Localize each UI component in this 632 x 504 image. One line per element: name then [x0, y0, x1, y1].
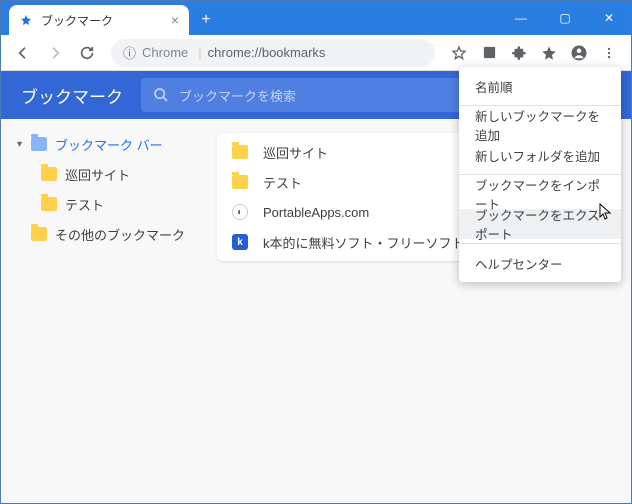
close-window-button[interactable]: ✕ [587, 1, 631, 35]
k-favicon: k [231, 233, 249, 251]
close-tab-icon[interactable]: × [171, 12, 179, 28]
organize-menu: 名前順 新しいブックマークを追加 新しいフォルダを追加 ブックマークをインポート… [459, 67, 621, 282]
extensions-icon[interactable] [505, 39, 533, 67]
address-separator: | [198, 45, 201, 60]
menu-separator [459, 243, 621, 244]
star-icon [19, 13, 33, 27]
extension-icon-2[interactable] [535, 39, 563, 67]
folder-icon [41, 197, 57, 211]
extension-icon-1[interactable] [475, 39, 503, 67]
sidebar-label: テスト [65, 195, 104, 214]
forward-button[interactable] [41, 39, 69, 67]
list-item-label: k本的に無料ソフト・フリーソフト [263, 233, 465, 252]
search-placeholder: ブックマークを検索 [179, 86, 296, 105]
sidebar-item-child-1[interactable]: テスト [1, 189, 201, 219]
search-icon [153, 87, 169, 103]
sidebar-label: その他のブックマーク [55, 225, 185, 244]
folder-icon [231, 173, 249, 191]
kebab-menu-icon[interactable] [595, 39, 623, 67]
page-title: ブックマーク [21, 83, 123, 108]
menu-export-bookmarks[interactable]: ブックマークをエクスポート [459, 209, 621, 239]
menu-add-folder[interactable]: 新しいフォルダを追加 [459, 140, 621, 170]
menu-sort-by-name[interactable]: 名前順 [459, 71, 621, 101]
address-host: Chrome [142, 45, 188, 60]
bookmark-star-icon[interactable] [445, 39, 473, 67]
caret-down-icon[interactable]: ▾ [17, 139, 27, 150]
profile-icon[interactable] [565, 39, 593, 67]
window-controls: — ▢ ✕ [499, 1, 631, 35]
list-item-label: PortableApps.com [263, 205, 369, 220]
sidebar: ▾ ブックマーク バー 巡回サイト テスト その他のブックマーク [1, 119, 201, 503]
browser-tab[interactable]: ブックマーク × [9, 5, 189, 35]
minimize-button[interactable]: — [499, 1, 543, 35]
new-tab-button[interactable]: + [193, 7, 219, 33]
folder-icon [31, 137, 47, 151]
list-item-label: 巡回サイト [263, 143, 328, 162]
menu-add-bookmark[interactable]: 新しいブックマークを追加 [459, 110, 621, 140]
sidebar-item-child-0[interactable]: 巡回サイト [1, 159, 201, 189]
sidebar-item-bookmarks-bar[interactable]: ▾ ブックマーク バー [1, 129, 201, 159]
menu-help-center[interactable]: ヘルプセンター [459, 248, 621, 278]
sidebar-label: 巡回サイト [65, 165, 130, 184]
folder-icon [231, 143, 249, 161]
back-button[interactable] [9, 39, 37, 67]
sidebar-item-other-bookmarks[interactable]: その他のブックマーク [1, 219, 201, 249]
list-item-label: テスト [263, 173, 302, 192]
maximize-button[interactable]: ▢ [543, 1, 587, 35]
address-path: chrome://bookmarks [208, 45, 326, 60]
tab-title: ブックマーク [41, 12, 113, 29]
window-titlebar: ブックマーク × + — ▢ ✕ [1, 1, 631, 35]
folder-icon [31, 227, 47, 241]
browser-toolbar: ⓘ Chrome | chrome://bookmarks [1, 35, 631, 71]
portableapps-icon: ◐ [231, 203, 249, 221]
sidebar-label: ブックマーク バー [55, 135, 163, 154]
folder-icon [41, 167, 57, 181]
site-info-icon[interactable]: ⓘ [123, 43, 136, 62]
reload-button[interactable] [73, 39, 101, 67]
address-bar[interactable]: ⓘ Chrome | chrome://bookmarks [111, 39, 435, 67]
